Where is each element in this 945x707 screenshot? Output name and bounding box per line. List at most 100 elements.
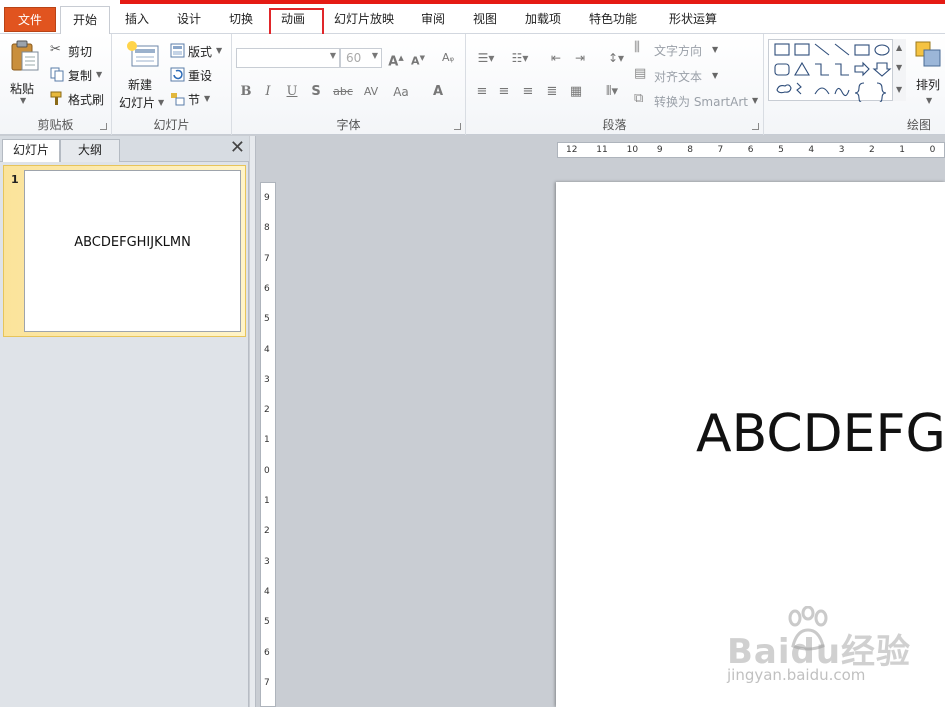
tab-review[interactable]: 审阅	[410, 6, 456, 34]
tab-transitions[interactable]: 切换	[218, 6, 264, 34]
copy-button[interactable]: 复制 ▼	[48, 66, 108, 84]
tab-special-features[interactable]: 特色功能	[580, 6, 646, 34]
gallery-up-icon: ▲	[896, 43, 903, 52]
increase-indent-icon[interactable]: ⇥	[570, 48, 590, 68]
distribute-icon[interactable]: ▦	[566, 82, 586, 102]
tab-view[interactable]: 视图	[462, 6, 508, 34]
shapes-gallery[interactable]	[768, 39, 906, 104]
group-clipboard: 粘贴 ▼ ✂ 剪切 复制 ▼ 格式刷 剪贴板	[0, 34, 112, 135]
clipboard-launcher-icon[interactable]	[100, 123, 107, 130]
underline-icon[interactable]: U	[282, 82, 302, 102]
paste-label: 粘贴	[10, 82, 35, 96]
strikethrough-icon[interactable]: abc	[330, 82, 356, 102]
new-slide-icon	[127, 41, 159, 67]
align-text-button[interactable]: ▤ 对齐文本 ▼	[634, 66, 734, 84]
animations-tab-highlight-box	[269, 8, 324, 37]
text-direction-button[interactable]: ⫼ 文字方向 ▼	[634, 40, 734, 58]
font-size-dropdown-icon: ▼	[371, 51, 378, 60]
layout-button[interactable]: 版式 ▼	[168, 42, 228, 60]
vruler-tick-label: 2	[264, 405, 270, 416]
paste-button[interactable]: 粘贴 ▼	[6, 38, 44, 108]
grow-font-icon[interactable]: A▲	[386, 48, 406, 69]
group-clipboard-label: 剪贴板	[37, 118, 74, 132]
format-painter-button[interactable]: 格式刷	[48, 90, 110, 108]
layout-dropdown-icon: ▼	[216, 46, 223, 55]
format-painter-icon	[50, 91, 62, 105]
arrange-label: 排列	[916, 78, 941, 92]
slide-thumbnail-selected[interactable]: 1 ABCDEFGHIJKLMN	[3, 165, 246, 337]
gallery-more-icon: ▼	[896, 85, 903, 94]
text-direction-dropdown-icon: ▼	[712, 45, 719, 54]
tab-outline-pane[interactable]: 大纲	[60, 139, 120, 162]
shrink-font-icon[interactable]: A▼	[408, 48, 428, 68]
copy-icon	[50, 67, 64, 82]
font-name-dropdown-icon: ▼	[329, 51, 336, 60]
tab-design[interactable]: 设计	[166, 6, 212, 34]
line-spacing-icon[interactable]: ↕▾	[602, 48, 630, 68]
group-slides: 新建 幻灯片 ▼ 版式 ▼ 重设 节 ▼ 幻灯片	[112, 34, 232, 135]
slide-text-box[interactable]: ABCDEFGHIJKLMN	[696, 404, 945, 464]
justify-icon[interactable]: ≣	[542, 82, 562, 102]
section-button[interactable]: 节 ▼	[168, 90, 228, 108]
tab-shape-operations[interactable]: 形状运算	[660, 6, 726, 34]
vruler-tick-label: 3	[264, 374, 270, 385]
align-text-label: 对齐文本	[654, 70, 703, 84]
horizontal-ruler: 12 11 10 9 8 7 6 5 4 3 2 1 0	[557, 142, 945, 158]
slides-pane: 幻灯片 大纲 ✕ 1 ABCDEFGHIJKLMN	[0, 136, 249, 707]
reset-button[interactable]: 重设	[168, 66, 228, 84]
font-launcher-icon[interactable]	[454, 123, 461, 130]
hruler-tick-label: 7	[717, 145, 724, 155]
tab-slides-pane[interactable]: 幻灯片	[2, 139, 60, 162]
cut-button[interactable]: ✂ 剪切	[48, 42, 108, 60]
hruler-tick-label: 8	[687, 145, 693, 155]
pane-splitter[interactable]	[250, 136, 256, 707]
vruler-tick-label: 5	[264, 617, 270, 628]
decrease-indent-icon[interactable]: ⇤	[546, 48, 566, 68]
smartart-icon: ⧉	[634, 91, 644, 106]
new-slide-button[interactable]: 新建 幻灯片 ▼	[118, 38, 168, 110]
italic-icon[interactable]: I	[258, 82, 278, 102]
font-size-combo[interactable]: 60 ▼	[340, 48, 382, 68]
arrange-button[interactable]: 排列 ▼	[912, 38, 945, 110]
section-label: 节	[188, 93, 201, 107]
gallery-down-icon: ▼	[896, 63, 903, 72]
group-slides-label: 幻灯片	[153, 118, 190, 132]
tab-slideshow[interactable]: 幻灯片放映	[326, 6, 402, 34]
vruler-tick-label: 3	[264, 556, 270, 567]
copy-dropdown-icon: ▼	[96, 70, 103, 79]
paragraph-launcher-icon[interactable]	[752, 123, 759, 130]
group-paragraph: ☰▾ ☷▾ ⇤ ⇥ ↕▾ ⫼ 文字方向 ▼ ▤ 对齐文本 ▼ ⧉ 转换为 Sma…	[466, 34, 764, 135]
clear-formatting-icon[interactable]: Aᵩ	[438, 48, 458, 68]
align-right-icon[interactable]: ≡	[518, 82, 538, 102]
close-pane-icon[interactable]: ✕	[230, 139, 245, 157]
bullets-icon[interactable]: ☰▾	[472, 48, 500, 68]
tab-addins[interactable]: 加载项	[514, 6, 572, 34]
cut-label: 剪切	[68, 45, 93, 59]
character-spacing-icon[interactable]: AV	[358, 82, 384, 102]
text-direction-icon: ⫼	[634, 40, 640, 55]
vruler-tick-label: 2	[264, 526, 270, 537]
watermark: Baidu经验 jingyan.baidu.com	[723, 604, 923, 704]
tab-insert[interactable]: 插入	[114, 6, 160, 34]
font-name-combo[interactable]: ▼	[236, 48, 340, 68]
section-dropdown-icon: ▼	[204, 94, 211, 103]
align-center-icon[interactable]: ≡	[494, 82, 514, 102]
shadow-icon[interactable]: S	[306, 82, 326, 102]
slide-thumbnail[interactable]: ABCDEFGHIJKLMN	[24, 170, 241, 332]
copy-label: 复制	[68, 69, 93, 83]
convert-smartart-button[interactable]: ⧉ 转换为 SmartArt ▼	[634, 91, 762, 109]
hruler-tick-label: 5	[778, 145, 784, 155]
hruler-tick-label: 10	[626, 145, 639, 155]
paste-icon	[11, 40, 39, 71]
smartart-dropdown-icon: ▼	[752, 96, 759, 105]
font-color-icon[interactable]: A	[428, 82, 448, 102]
columns-icon[interactable]: ⫴▾	[598, 82, 626, 102]
numbering-icon[interactable]: ☷▾	[506, 48, 534, 68]
align-left-icon[interactable]: ≡	[472, 82, 492, 102]
shapes-gallery-scroll[interactable]: ▲ ▼ ▼	[892, 39, 906, 101]
tab-home[interactable]: 开始	[60, 6, 110, 35]
change-case-icon[interactable]: Aa	[388, 82, 414, 102]
tab-file[interactable]: 文件	[4, 7, 56, 32]
bold-icon[interactable]: B	[236, 82, 256, 102]
ribbon-tab-bar: 文件 开始 插入 设计 切换 动画 幻灯片放映 审阅 视图 加载项 特色功能 形…	[0, 0, 945, 37]
